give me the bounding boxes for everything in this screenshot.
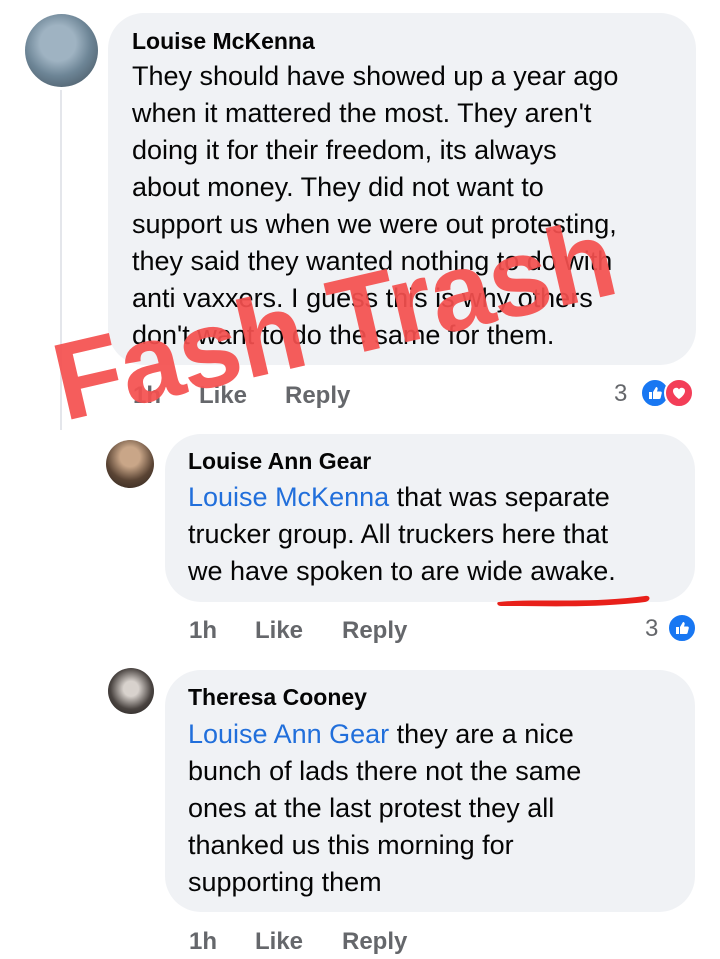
avatar[interactable] xyxy=(25,14,98,87)
comment-text-segment: they are a nice xyxy=(389,719,574,749)
comment-text-line: thanked us this morning for xyxy=(188,830,514,860)
comment-timestamp[interactable]: 1h xyxy=(189,928,217,956)
comment-text-line: about money. They did not want to xyxy=(132,172,544,202)
comment-text-line: bunch of lads there not the same xyxy=(188,756,582,786)
comment-text: Louise Ann Gear they are a nice bunch of… xyxy=(188,716,581,901)
comment-text-line: Louise Ann Gear they are a nice xyxy=(188,716,581,753)
reaction-summary[interactable]: 3 xyxy=(643,613,703,643)
mention-link[interactable]: Louise McKenna xyxy=(188,482,389,512)
reaction-count: 3 xyxy=(614,380,628,407)
comment-author[interactable]: Louise McKenna xyxy=(132,28,315,55)
comment-text-line: doing it for their freedom, its always xyxy=(132,135,557,165)
avatar[interactable] xyxy=(106,440,154,488)
comment-text-line: ones at the last protest they all xyxy=(188,793,555,823)
comment-timestamp[interactable]: 1h xyxy=(189,617,217,645)
comment-text: Louise McKenna that was separate trucker… xyxy=(188,479,616,590)
red-underline-annotation xyxy=(497,595,650,607)
comment-text-line: trucker group. All truckers here that xyxy=(188,519,609,549)
comment-author[interactable]: Theresa Cooney xyxy=(188,684,367,711)
love-icon xyxy=(664,378,694,408)
reaction-summary[interactable]: 3 xyxy=(612,378,702,408)
avatar[interactable] xyxy=(108,668,154,714)
reaction-count: 3 xyxy=(645,615,659,642)
comment-text-line: They should have showed up a year ago xyxy=(132,61,619,91)
comment-text-line: we have spoken to are wide awake. xyxy=(188,556,616,586)
like-icon xyxy=(667,613,697,643)
mention-link[interactable]: Louise Ann Gear xyxy=(188,719,389,749)
comment-author[interactable]: Louise Ann Gear xyxy=(188,448,371,475)
reply-button[interactable]: Reply xyxy=(342,928,407,956)
comment-text-line: Louise McKenna that was separate xyxy=(188,479,616,516)
comment-text-line: supporting them xyxy=(188,867,382,897)
comment-thread: Louise McKenna They should have showed u… xyxy=(0,0,720,959)
reply-button[interactable]: Reply xyxy=(342,617,407,645)
comment-text-line: when it mattered the most. They aren't xyxy=(132,98,592,128)
comment-text-segment: that was separate xyxy=(389,482,610,512)
like-button[interactable]: Like xyxy=(255,617,303,645)
like-button[interactable]: Like xyxy=(255,928,303,956)
